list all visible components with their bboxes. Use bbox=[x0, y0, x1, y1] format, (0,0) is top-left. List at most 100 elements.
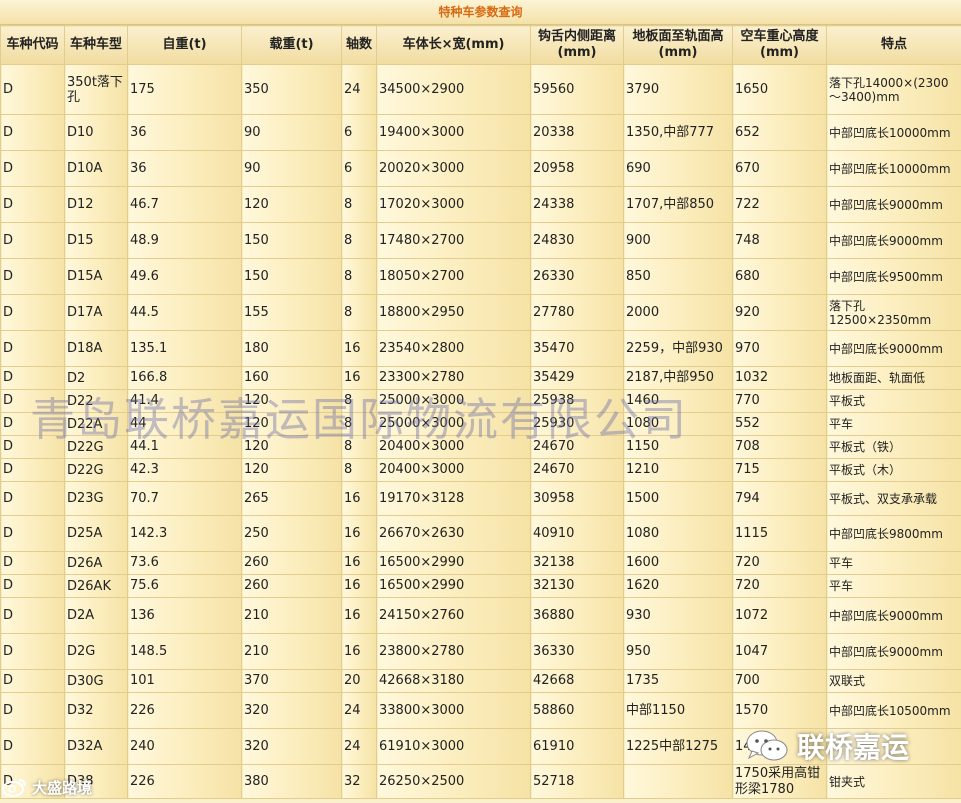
table-cell: 380 bbox=[241, 764, 342, 799]
table-cell: 58860 bbox=[530, 692, 624, 729]
table-cell: 中部凹底长9500mm bbox=[826, 258, 961, 295]
table-cell: 中部1150 bbox=[623, 692, 733, 729]
table-cell: 32130 bbox=[530, 574, 624, 598]
table-cell: 20020×3000 bbox=[376, 150, 531, 187]
table-cell: 24338 bbox=[530, 186, 624, 223]
table-row: D D30G 101 370 20 42668×3180 42668 1735 700 双联式 bbox=[0, 669, 961, 693]
table-cell: D bbox=[0, 633, 65, 670]
table-cell: 794 bbox=[732, 481, 827, 516]
table-cell: 26330 bbox=[530, 258, 624, 295]
table-cell: 166.8 bbox=[127, 366, 242, 390]
table-cell: 2187,中部950 bbox=[623, 366, 733, 390]
table-cell: D10 bbox=[64, 114, 128, 151]
table-cell: 180 bbox=[241, 330, 342, 367]
table-cell: D bbox=[0, 728, 65, 765]
table-cell: 8 bbox=[341, 186, 377, 223]
table-cell: 770 bbox=[732, 389, 827, 413]
table-cell: 90 bbox=[241, 150, 342, 187]
table-cell: 1350,中部777 bbox=[623, 114, 733, 151]
table-cell: 150 bbox=[241, 222, 342, 259]
table-cell: 落下孔12500×2350mm bbox=[826, 294, 961, 331]
table-cell: 101 bbox=[127, 669, 242, 693]
table-cell: 1080 bbox=[623, 515, 733, 552]
table-cell: D32A bbox=[64, 728, 128, 765]
table-cell: 970 bbox=[732, 330, 827, 367]
table-cell: 1150 bbox=[623, 435, 733, 459]
table-cell: D bbox=[0, 764, 65, 799]
table-cell: 250 bbox=[241, 515, 342, 552]
table-cell: 26250×2500 bbox=[376, 764, 531, 799]
table-cell: 720 bbox=[732, 574, 827, 598]
table-cell: D22G bbox=[64, 435, 128, 459]
table-cell: D22 bbox=[64, 389, 128, 413]
table-cell: 落下孔14000×(2300～3400)mm bbox=[826, 64, 961, 115]
table-cell: 中部凹底长9800mm bbox=[826, 515, 961, 552]
table-cell: 23800×2780 bbox=[376, 633, 531, 670]
table-cell: 双联式 bbox=[826, 669, 961, 693]
table-cell: D26A bbox=[64, 551, 128, 575]
table-cell: 35429 bbox=[530, 366, 624, 390]
table-cell: 平车 bbox=[826, 551, 961, 575]
table-cell: 24 bbox=[341, 64, 377, 115]
table-cell: 1570 bbox=[732, 692, 827, 729]
table-row: D D23G 70.7 265 16 19170×3128 30958 1500 794 平板式、… bbox=[0, 481, 961, 516]
table-cell: 148.5 bbox=[127, 633, 242, 670]
table-cell: 61910×3000 bbox=[376, 728, 531, 765]
table-cell: 平板式（木） bbox=[826, 458, 961, 482]
table-cell: D bbox=[0, 574, 65, 598]
table-cell: 40910 bbox=[530, 515, 624, 552]
table-row: D D2 166.8 160 16 23300×2780 35429 2187,中部950 10… bbox=[0, 366, 961, 390]
table-cell: 33800×3000 bbox=[376, 692, 531, 729]
table-cell: 25000×3000 bbox=[376, 412, 531, 436]
column-header: 自重(t) bbox=[127, 25, 242, 65]
table-cell: 42668×3180 bbox=[376, 669, 531, 693]
table-cell: 900 bbox=[623, 222, 733, 259]
table-cell: 136 bbox=[127, 597, 242, 634]
table-cell: 748 bbox=[732, 222, 827, 259]
table-cell: 18800×2950 bbox=[376, 294, 531, 331]
table-cell: 120 bbox=[241, 186, 342, 223]
table-cell: 8 bbox=[341, 412, 377, 436]
table-cell: D10A bbox=[64, 150, 128, 187]
table-cell: 1210 bbox=[623, 458, 733, 482]
column-header: 地板面至轨面高(mm) bbox=[623, 25, 733, 65]
table-cell: 24830 bbox=[530, 222, 624, 259]
table-cell: 8 bbox=[341, 222, 377, 259]
table-cell: 850 bbox=[623, 258, 733, 295]
table-cell: 150 bbox=[241, 258, 342, 295]
table-cell: 23300×2780 bbox=[376, 366, 531, 390]
table-cell: 720 bbox=[732, 551, 827, 575]
table-cell: 1735 bbox=[623, 669, 733, 693]
table-cell: D bbox=[0, 330, 65, 367]
table-row: D D25A 142.3 250 16 26670×2630 40910 1080 1115 中部… bbox=[0, 515, 961, 552]
table-cell: 25000×3000 bbox=[376, 389, 531, 413]
table-row: D D22A 44 120 8 25000×3000 25930 1080 552 平车 bbox=[0, 412, 961, 436]
table-cell: 1115 bbox=[732, 515, 827, 552]
table-cell: 75.6 bbox=[127, 574, 242, 598]
table-cell: 42668 bbox=[530, 669, 624, 693]
table-row: D D15A 49.6 150 8 18050×2700 26330 850 680 中部凹底长9… bbox=[0, 258, 961, 295]
table-row: D D22G 44.1 120 8 20400×3000 24670 1150 708 平板式（铁… bbox=[0, 435, 961, 459]
table-cell: 16 bbox=[341, 633, 377, 670]
table-cell: 708 bbox=[732, 435, 827, 459]
table-cell: 1500 bbox=[623, 481, 733, 516]
table-cell: 260 bbox=[241, 551, 342, 575]
table-cell: D30G bbox=[64, 669, 128, 693]
table-cell: 265 bbox=[241, 481, 342, 516]
table-cell: 中部凹底长9000mm bbox=[826, 222, 961, 259]
table-cell: 18050×2700 bbox=[376, 258, 531, 295]
table-cell: 1460 bbox=[623, 389, 733, 413]
table-cell: 680 bbox=[732, 258, 827, 295]
table-cell: 142.3 bbox=[127, 515, 242, 552]
table-cell: D bbox=[0, 597, 65, 634]
table-cell: 8 bbox=[341, 435, 377, 459]
table-cell: 120 bbox=[241, 412, 342, 436]
table-cell: 226 bbox=[127, 764, 242, 799]
table-cell: 8 bbox=[341, 258, 377, 295]
table-cell: 24 bbox=[341, 728, 377, 765]
table-cell: 16 bbox=[341, 551, 377, 575]
table-cell: 670 bbox=[732, 150, 827, 187]
table-cell: 24150×2760 bbox=[376, 597, 531, 634]
table-cell: 24 bbox=[341, 692, 377, 729]
table-cell: 8 bbox=[341, 294, 377, 331]
